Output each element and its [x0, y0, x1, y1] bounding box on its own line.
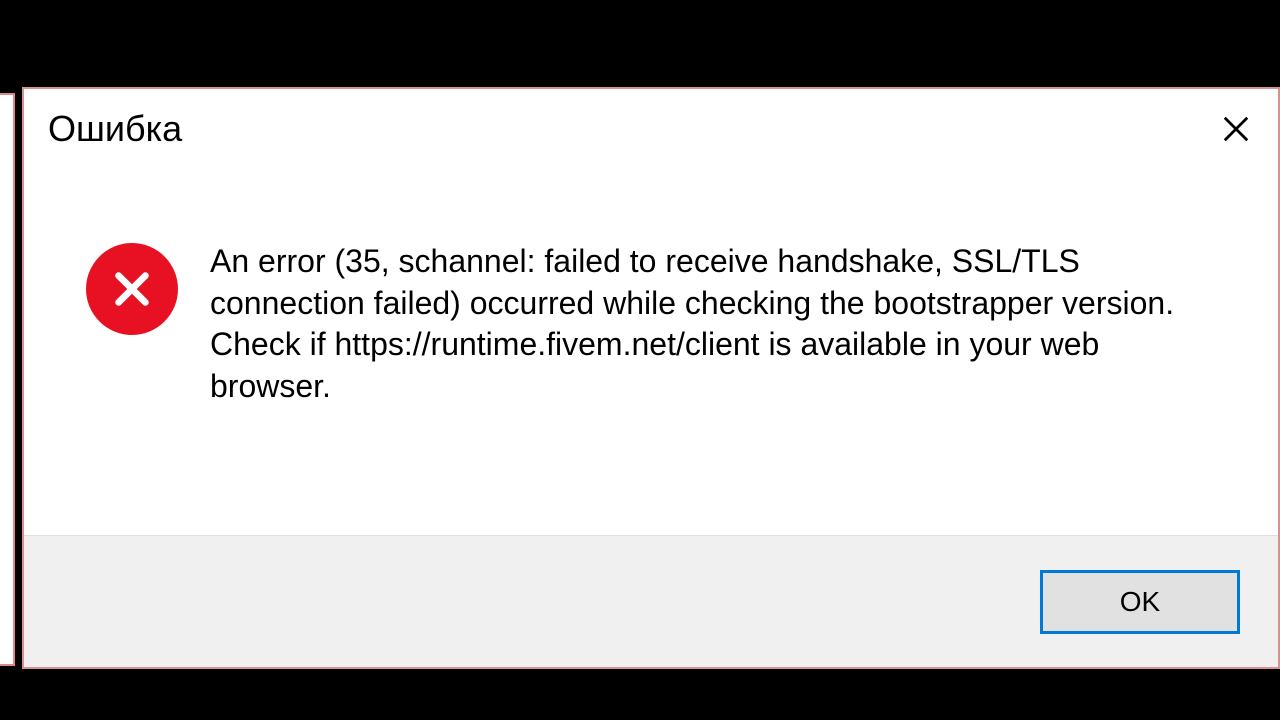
close-icon: [1221, 114, 1251, 144]
ok-button[interactable]: OK: [1040, 570, 1240, 634]
content-area: An error (35, schannel: failed to receiv…: [24, 169, 1278, 535]
error-message: An error (35, schannel: failed to receiv…: [210, 241, 1228, 505]
error-icon: [86, 243, 178, 335]
background-dialog-edge: [0, 93, 15, 666]
titlebar: Ошибка: [24, 89, 1278, 169]
dialog-container: Ошибка An error (35, schannel: failed to…: [0, 0, 1280, 720]
error-dialog: Ошибка An error (35, schannel: failed to…: [22, 87, 1280, 669]
error-icon-wrap: [86, 241, 178, 505]
dialog-title: Ошибка: [48, 108, 182, 150]
ok-button-label: OK: [1120, 586, 1160, 618]
close-button[interactable]: [1212, 105, 1260, 153]
button-area: OK: [24, 535, 1278, 667]
